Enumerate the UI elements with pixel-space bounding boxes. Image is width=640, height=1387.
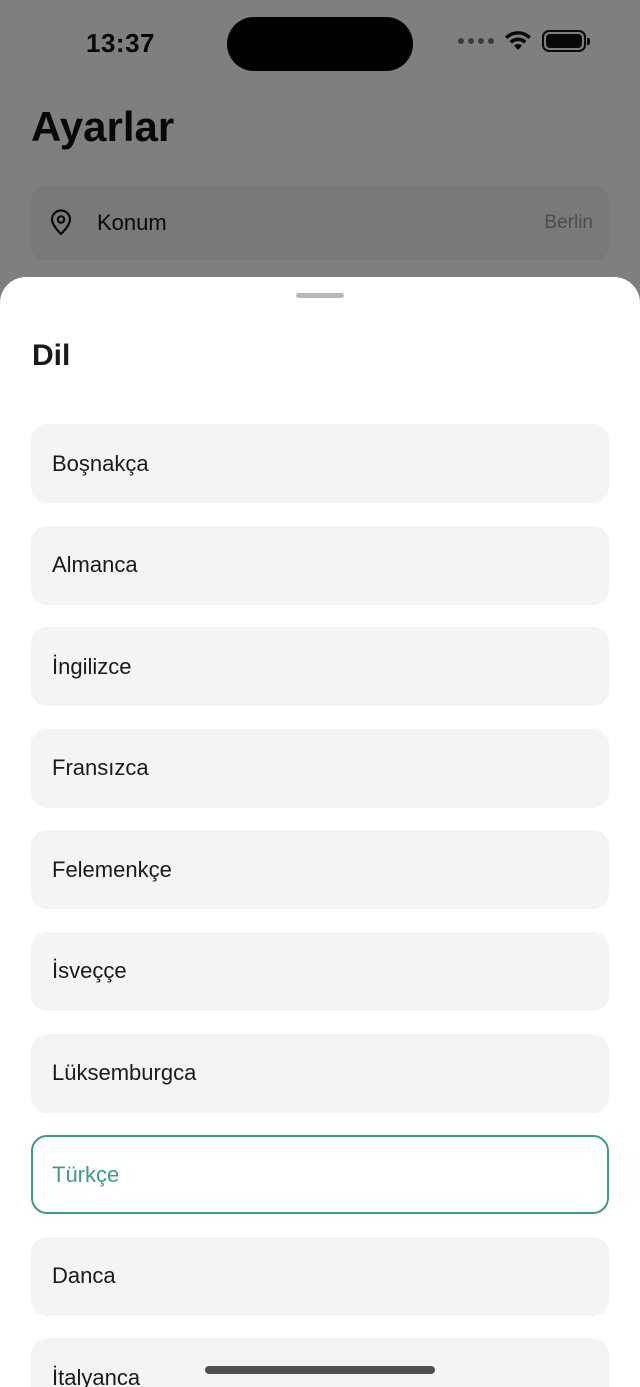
language-option[interactable]: Fransızca xyxy=(31,728,609,808)
home-indicator xyxy=(205,1366,435,1374)
language-sheet: Dil Boşnakça Almanca İngilizce Fransızca… xyxy=(0,277,640,1387)
language-option[interactable]: İtalyanca xyxy=(31,1338,609,1387)
language-option[interactable]: İsveççe xyxy=(31,931,609,1011)
language-option[interactable]: Almanca xyxy=(31,525,609,605)
dynamic-island xyxy=(227,17,413,71)
language-option[interactable]: Felemenkçe xyxy=(31,830,609,910)
screen: 13:37 Ayarlar xyxy=(0,0,640,1387)
language-list: Boşnakça Almanca İngilizce Fransızca Fel… xyxy=(31,424,609,1387)
language-option[interactable]: Danca xyxy=(31,1236,609,1316)
language-option[interactable]: Lüksemburgca xyxy=(31,1033,609,1113)
language-option[interactable]: Boşnakça xyxy=(31,424,609,503)
language-option-selected[interactable]: Türkçe xyxy=(31,1135,609,1215)
sheet-title: Dil xyxy=(32,339,71,372)
language-option[interactable]: İngilizce xyxy=(31,627,609,707)
sheet-grabber[interactable] xyxy=(296,293,344,298)
